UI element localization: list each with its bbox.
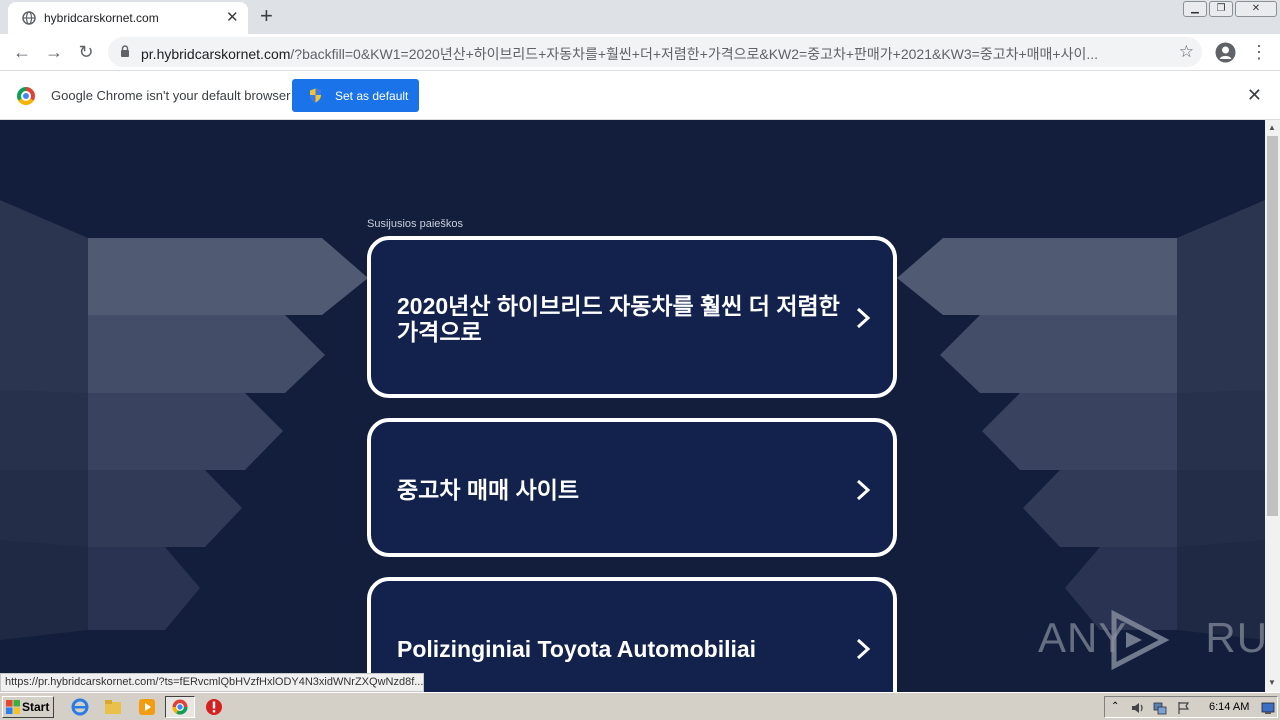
- network-icon[interactable]: [1153, 701, 1167, 715]
- menu-kebab-icon[interactable]: ⋮: [1248, 41, 1270, 63]
- uac-shield-icon: [310, 88, 321, 103]
- related-searches-heading: Susijusios paieškos: [367, 218, 463, 230]
- new-tab-button[interactable]: +: [260, 5, 273, 27]
- url-host: pr.hybridcarskornet.com: [141, 46, 291, 62]
- result-label: 2020년산 하이브리드 자동차를 훨씬 더 저렴한 가격으로: [397, 293, 840, 345]
- back-arrow-icon[interactable]: ←: [11, 41, 33, 63]
- tab-strip: hybridcarskornet.com ✕ + ▁ ❐ ✕: [0, 0, 1280, 34]
- show-desktop-icon[interactable]: [1261, 701, 1275, 715]
- system-tray: ⌃ 6:14 AM: [1104, 696, 1278, 718]
- scroll-up-icon[interactable]: ▲: [1268, 123, 1276, 132]
- close-icon[interactable]: ✕: [226, 10, 239, 26]
- volume-icon[interactable]: [1131, 701, 1145, 715]
- result-link[interactable]: 중고차 매매 사이트: [367, 418, 897, 557]
- link-status-bubble: https://pr.hybridcarskornet.com/?ts=fERv…: [0, 673, 424, 692]
- result-label: Polizinginiai Toyota Automobiliai: [397, 636, 757, 662]
- tab-title: hybridcarskornet.com: [44, 11, 159, 25]
- forward-arrow-icon[interactable]: →: [43, 41, 65, 63]
- browser-tab[interactable]: hybridcarskornet.com ✕: [8, 2, 248, 34]
- file-explorer-icon[interactable]: [104, 698, 122, 716]
- bookmark-star-icon[interactable]: ☆: [1179, 42, 1194, 62]
- chevron-right-icon: [856, 307, 871, 329]
- chrome-logo-icon: [17, 87, 35, 105]
- default-browser-infobar: Google Chrome isn't your default browser…: [0, 70, 1280, 120]
- tray-expand-icon[interactable]: ⌃: [1111, 701, 1125, 715]
- windows-taskbar: Start ⌃ 6:14 AM: [0, 692, 1280, 720]
- scroll-thumb[interactable]: [1267, 136, 1278, 516]
- restore-button[interactable]: ❐: [1209, 1, 1233, 17]
- action-center-flag-icon[interactable]: [1177, 701, 1191, 715]
- set-as-default-button[interactable]: Set as default: [292, 79, 419, 112]
- set-as-default-label: Set as default: [335, 89, 409, 103]
- result-label: 중고차 매매 사이트: [397, 477, 580, 503]
- internet-explorer-icon[interactable]: [71, 698, 89, 716]
- watermark-text-run: RUN: [1205, 614, 1265, 661]
- taskbar-clock: 6:14 AM: [1209, 701, 1250, 713]
- play-triangle-icon: [1111, 610, 1170, 670]
- infobar-close-icon[interactable]: ✕: [1247, 85, 1262, 106]
- left-decoration: [0, 200, 368, 640]
- stop-sign-icon[interactable]: [205, 698, 223, 716]
- scroll-down-icon[interactable]: ▼: [1268, 678, 1276, 687]
- chevron-right-icon: [856, 638, 871, 660]
- minimize-button[interactable]: ▁: [1183, 1, 1207, 17]
- taskbar-chrome-button[interactable]: [165, 696, 195, 718]
- page-content: Susijusios paieškos 2020년산 하이브리드 자동차를 훨씬…: [0, 120, 1265, 692]
- globe-icon: [22, 11, 36, 25]
- address-bar[interactable]: pr.hybridcarskornet.com/?backfill=0&KW1=…: [108, 37, 1202, 67]
- start-label: Start: [22, 700, 50, 714]
- reload-icon[interactable]: ↻: [75, 41, 97, 63]
- result-link[interactable]: Polizinginiai Toyota Automobiliai: [367, 577, 897, 692]
- windows-flag-icon: [6, 700, 20, 714]
- profile-avatar-icon[interactable]: [1215, 42, 1236, 63]
- url-path: /?backfill=0&KW1=2020년산+하이브리드+자동차를+훨씬+더+…: [290, 46, 1099, 62]
- url-text: pr.hybridcarskornet.com/?backfill=0&KW1=…: [141, 44, 1161, 64]
- lock-icon: [121, 45, 129, 57]
- media-player-icon[interactable]: [138, 698, 156, 716]
- window-close-button[interactable]: ✕: [1235, 1, 1277, 17]
- chrome-icon: [172, 699, 188, 715]
- browser-toolbar: ← → ↻ pr.hybridcarskornet.com/?backfill=…: [0, 34, 1280, 70]
- infobar-message: Google Chrome isn't your default browser: [51, 88, 291, 103]
- chevron-right-icon: [856, 479, 871, 501]
- start-button[interactable]: Start: [2, 696, 54, 718]
- result-link[interactable]: 2020년산 하이브리드 자동차를 훨씬 더 저렴한 가격으로: [367, 236, 897, 398]
- vertical-scrollbar[interactable]: ▲ ▼: [1265, 120, 1280, 692]
